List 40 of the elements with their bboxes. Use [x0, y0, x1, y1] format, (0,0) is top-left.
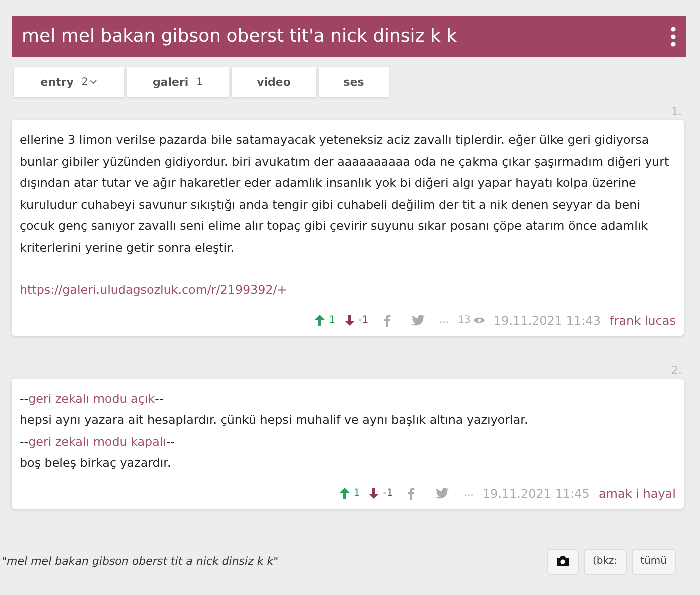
tab[interactable]: ses — [319, 67, 389, 97]
eye-icon — [474, 317, 485, 324]
toolbar-button[interactable]: tümü — [632, 548, 676, 574]
entry-link[interactable]: geri zekalı modu açık — [28, 392, 156, 406]
bird-icon[interactable] — [412, 315, 425, 326]
bird-icon[interactable] — [436, 488, 450, 499]
entry-text: ellerine 3 limon verilse pazarda bile satamayacak yeteneksiz aciz zavallı tiplerdir. eğer ülke geri gidiyorsa bunlar gibiler yüzünden gidiyordur. biri avukatım der aaaaaaaaaa oda ne çakma çıkar şaşırmadım diğeri yurt dışından atar tutar ve ağır hakaretler eder adamlık insanlık yok bi diğeri algı yapar hayatı kolpa üzerine kuruludur cuhabeyi savunur sıkıştığı anda tengir gibi cuhabeli değilim der tit a nik denen seyyar da beni çocuk genç sanıyor zavallı seni elime alır topaç gibi çevirir suyunu sıkar posanı çöpe atarım önce adamlık kriterlerini yerine getir sonra eleştir. — [20, 133, 670, 254]
facebook-icon[interactable] — [384, 314, 391, 326]
arrow-up-icon[interactable] — [315, 315, 326, 326]
tab[interactable]: entry 2 — [14, 67, 124, 97]
tab[interactable]: galeri 1 — [127, 67, 229, 97]
arrow-down-icon[interactable] — [344, 315, 355, 326]
camera-button[interactable] — [546, 548, 579, 574]
topic-title: mel mel bakan gibson oberst tit'a nick dinsiz k k — [22, 26, 458, 47]
entry-text: -- — [155, 392, 164, 406]
arrow-down-icon[interactable] — [369, 488, 380, 499]
menu-icon[interactable] — [671, 26, 676, 46]
author-link[interactable]: amak i hayal — [598, 486, 676, 500]
entry-text: boş beleş birkaç yazardır. — [20, 456, 172, 470]
author-link[interactable]: frank lucas — [610, 314, 676, 328]
upvote-count: 1 — [354, 488, 360, 499]
tab[interactable]: video — [232, 67, 316, 97]
upvote-count: 1 — [329, 315, 336, 326]
downvote-count: -1 — [383, 488, 394, 499]
camera-icon — [556, 556, 570, 567]
entry-text: -- — [166, 434, 176, 448]
entry-date: 19.11.2021 11:45 — [482, 486, 590, 500]
entry-link[interactable]: geri zekalı modu kapalı — [28, 434, 166, 448]
entry-link[interactable]: https://galeri.uludagsozluk.com/r/2199392/+ — [20, 283, 288, 297]
toolbar-button[interactable]: (bkz: — [584, 548, 627, 574]
view-count: 13 — [458, 315, 471, 326]
topic-quote: "mel mel bakan gibson oberst tit a nick dinsiz k k" — [2, 555, 279, 568]
arrow-up-icon[interactable] — [340, 488, 350, 499]
facebook-icon[interactable] — [408, 488, 416, 500]
entry-text: -- — [20, 434, 29, 448]
entry-text: hepsi aynı yazara ait hesaplardır. çünkü hepsi muhalif ve aynı başlık altına yazıyorlar. — [20, 413, 528, 427]
caret-icon[interactable] — [90, 80, 98, 84]
downvote-count: -1 — [358, 315, 369, 326]
entry-text: -- — [20, 392, 29, 406]
entry-date: 19.11.2021 11:43 — [494, 314, 601, 328]
